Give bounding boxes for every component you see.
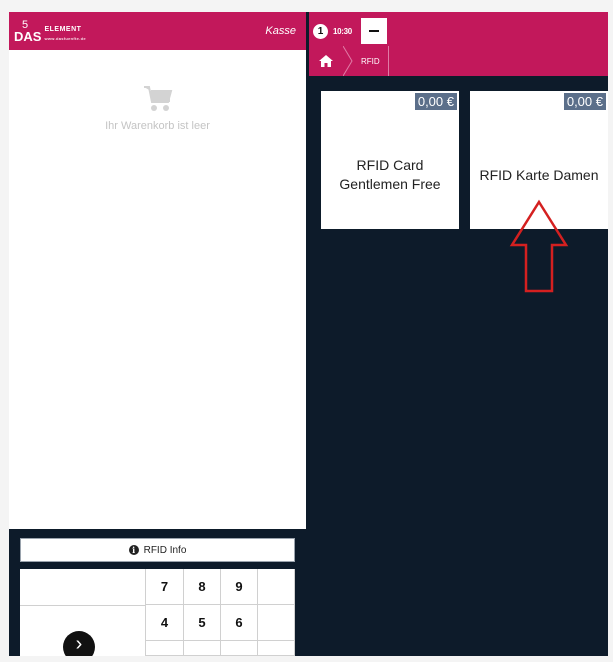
breadcrumb-separator-icon <box>343 46 353 76</box>
chevron-right-icon: › <box>75 633 83 655</box>
annotation-arrow-up-icon <box>509 199 569 293</box>
cart-header: 5 DAS ELEMENT www.dasfuenfte.de Kasse <box>9 12 306 50</box>
brand-logo: 5 DAS ELEMENT www.dasfuenfte.de <box>14 19 86 44</box>
product-name: RFID Card Gentlemen Free <box>339 157 441 192</box>
header-title: Kasse <box>265 25 296 37</box>
numpad-key[interactable]: 7 <box>146 569 184 605</box>
numpad-key[interactable] <box>221 641 258 656</box>
product-pane: 1 10:30 RFID 0,00 € RFID Card Gentlemen … <box>309 12 608 656</box>
numpad-key[interactable]: 4 <box>146 605 184 641</box>
numpad-key[interactable]: 9 <box>221 569 258 605</box>
order-count-badge[interactable]: 1 <box>313 23 328 39</box>
product-header: 1 10:30 RFID <box>309 12 608 76</box>
breadcrumb-home[interactable] <box>309 46 343 76</box>
numpad-key[interactable] <box>258 641 295 656</box>
cart-pane: 5 DAS ELEMENT www.dasfuenfte.de Kasse Ih… <box>9 12 306 656</box>
numpad-key[interactable] <box>258 605 295 641</box>
clock: 10:30 <box>333 26 352 36</box>
shopping-cart-icon <box>143 86 172 111</box>
rfid-info-button[interactable]: i RFID Info <box>20 538 295 562</box>
minus-icon <box>368 30 379 32</box>
numpad-key[interactable]: 6 <box>221 605 258 641</box>
numpad-key[interactable] <box>258 569 295 605</box>
numpad-key[interactable] <box>184 641 221 656</box>
numpad-key[interactable]: 5 <box>184 605 221 641</box>
numpad-side-keys: › <box>20 569 146 656</box>
empty-cart-state: Ihr Warenkorb ist leer <box>9 84 306 132</box>
cart-footer: i RFID Info › 7 8 9 4 5 6 <box>9 529 306 656</box>
price-badge: 0,00 € <box>563 93 606 110</box>
breadcrumb-rfid[interactable]: RFID <box>353 46 389 76</box>
minus-button[interactable] <box>360 18 387 44</box>
info-icon: i <box>128 545 139 555</box>
numpad-digits: 7 8 9 4 5 6 <box>146 569 295 656</box>
enter-button[interactable]: › <box>63 631 95 656</box>
numpad-key[interactable]: 8 <box>184 569 221 605</box>
numpad: › 7 8 9 4 5 6 <box>20 569 295 656</box>
product-tile[interactable]: 0,00 € RFID Card Gentlemen Free <box>321 91 459 229</box>
numpad-key[interactable] <box>146 641 184 656</box>
pos-app: 5 DAS ELEMENT www.dasfuenfte.de Kasse Ih… <box>9 12 608 656</box>
empty-cart-message: Ihr Warenkorb ist leer <box>105 120 210 132</box>
rfid-info-label: RFID Info <box>143 544 187 556</box>
price-badge: 0,00 € <box>414 93 457 110</box>
breadcrumb: RFID <box>309 46 389 76</box>
home-icon <box>319 55 333 67</box>
